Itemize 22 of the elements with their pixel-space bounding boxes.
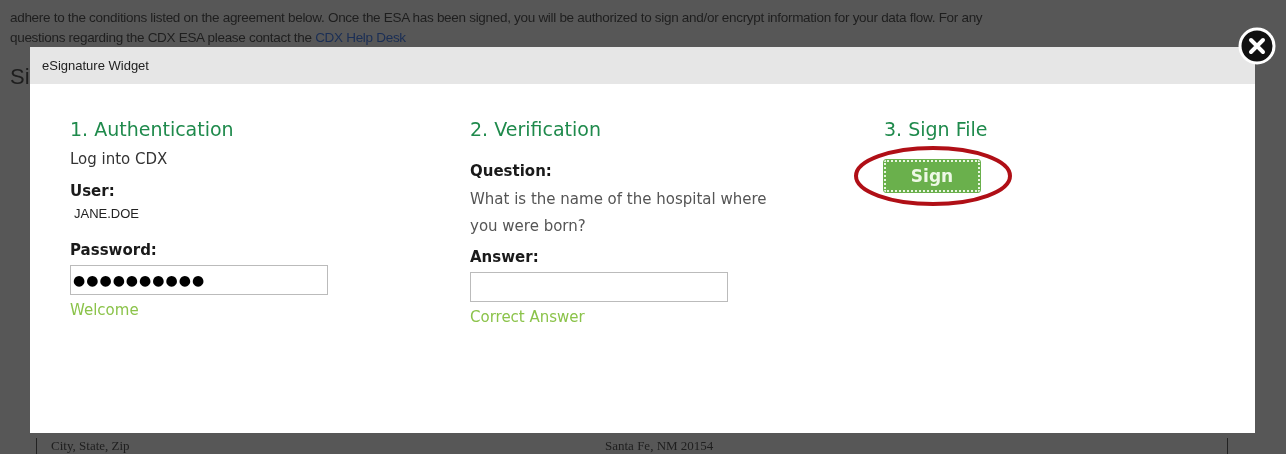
password-field[interactable]: ●●●●●●●●●● [70,265,328,295]
status-message: Welcome [70,301,139,319]
answer-field[interactable] [470,272,728,302]
user-label: User: [70,182,115,200]
address-label: City, State, Zip [50,438,131,454]
close-icon[interactable] [1238,27,1276,65]
status-message: Correct Answer [470,308,585,326]
question-label: Question: [470,162,552,180]
help-desk-link[interactable]: CDX Help Desk [315,30,406,45]
dialog-title: eSignature Widget [42,58,149,73]
password-label: Password: [70,241,157,259]
section-heading: Si [10,64,30,90]
background-paragraph: adhere to the conditions listed on the agreement below. Once the ESA has been signed, you will be authorized to sign and/or encrypt information for your data flow. For any [10,9,984,27]
address-value: Santa Fe, NM 20154 [604,438,715,454]
answer-label: Answer: [470,248,539,266]
step-title: 1. Authentication [70,118,234,140]
step-title: 3. Sign File [884,118,988,140]
question-text: What is the name of the hospital where you were born? [470,189,768,237]
sign-button[interactable]: Sign [884,160,980,192]
step-title: 2. Verification [470,118,601,140]
step-subtitle: Log into CDX [70,150,168,168]
user-value: JANE.DOE [73,206,139,221]
